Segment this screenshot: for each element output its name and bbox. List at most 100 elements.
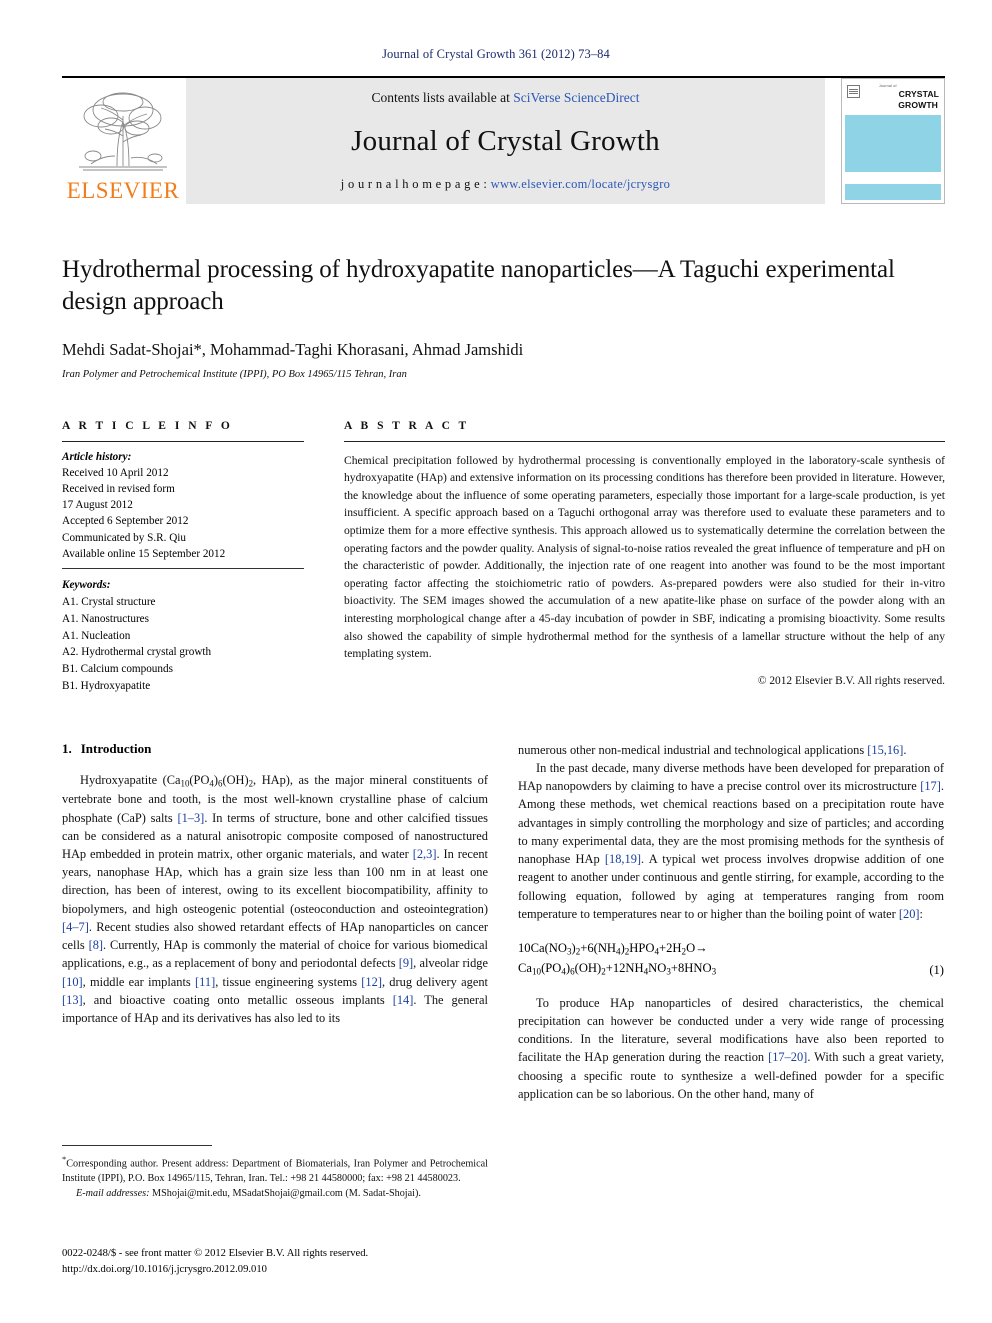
paragraph-intro-3: To produce HAp nanoparticles of desired … [518,994,944,1103]
keyword-item: A1. Crystal structure [62,595,156,608]
citation-link[interactable]: [14] [393,993,414,1007]
author-list: Mehdi Sadat-Shojai*, Mohammad-Taghi Khor… [62,339,524,359]
history-item: Accepted 6 September 2012 [62,515,189,528]
keyword-item: B1. Calcium compounds [62,663,173,676]
article-history: Article history: Received 10 April 2012 … [62,442,304,569]
page-title: Hydrothermal processing of hydroxyapatit… [62,256,895,315]
equation-1: 10Ca(NO3)2+6(NH4)2HPO4+2H2O→ Ca10(PO4)6(… [518,939,944,980]
article-info-column: A R T I C L E I N F O Article history: R… [62,420,304,695]
abstract-body: Chemical precipitation followed by hydro… [344,442,945,691]
abstract-text: Chemical precipitation followed by hydro… [344,453,945,661]
keyword-item: A1. Nanostructures [62,612,149,625]
text-run: Hydroxyapatite (Ca [80,772,181,787]
cover-white-band [845,172,941,185]
citation-link[interactable]: [13] [62,993,83,1007]
citation-link[interactable]: [17–20] [768,1050,807,1064]
affiliation: Iran Polymer and Petrochemical Institute… [62,368,407,380]
footnote-divider [62,1145,212,1146]
keyword-item: A1. Nucleation [62,629,131,642]
email-addresses[interactable]: MShojai@mit.edu, MSadatShojai@gmail.com … [152,1188,421,1199]
elsevier-logo: ELSEVIER [62,78,184,204]
cover-image-block-secondary [845,184,941,200]
history-item: Received 10 April 2012 [62,466,169,479]
history-item: 17 August 2012 [62,499,133,512]
text-run: , and bioactive coating onto metallic os… [82,992,393,1007]
section-number: 1. [62,740,72,756]
homepage-url-link[interactable]: www.elsevier.com/locate/jcrysgro [491,177,671,191]
citation-link[interactable]: [20] [899,907,920,921]
body-column-right: numerous other non-medical industrial an… [518,741,944,1103]
journal-masthead: ELSEVIER Contents lists available at Sci… [62,76,945,204]
keyword-item: A2. Hydrothermal crystal growth [62,646,212,659]
footnote-area: *Corresponding author. Present address: … [62,1145,488,1202]
cover-title-line2: GROWTH [898,100,938,111]
text-run: , tissue engineering systems [215,974,362,989]
equation-line-2: Ca10(PO4)6(OH)2+12NH4NO3+8HNO3 [518,961,717,977]
contents-available-line: Contents lists available at SciVerse Sci… [371,90,639,106]
history-item: Received in revised form [62,482,175,495]
paragraph-intro-1: Hydroxyapatite (Ca10(PO4)6(OH)2, HAp), a… [62,771,488,1028]
title-block: Hydrothermal processing of hydroxyapatit… [62,254,945,380]
elsevier-tree-icon [79,92,167,171]
text-run: (PO [189,772,210,787]
citation-link[interactable]: [12] [361,975,382,989]
text-run: . [903,742,907,757]
info-abstract-section: A R T I C L E I N F O Article history: R… [62,420,945,695]
journal-title: Journal of Crystal Growth [351,125,660,157]
text-run: In the past decade, many diverse methods… [518,760,944,794]
homepage-label: j o u r n a l h o m e p a g e : [340,177,491,191]
citation-link[interactable]: [9] [399,956,413,970]
citation-link[interactable]: [15,16] [867,743,903,757]
cover-image-block-primary [845,115,941,173]
email-label: E-mail addresses: [76,1188,150,1200]
history-item: Available online 15 September 2012 [62,547,226,560]
citation-link[interactable]: [18,19] [605,852,641,866]
history-item: Communicated by S.R. Qiu [62,531,186,544]
text-run: , drug delivery agent [381,974,488,989]
cover-title-line1: CRYSTAL [898,89,939,99]
journal-homepage-line: j o u r n a l h o m e p a g e : www.else… [341,177,670,192]
journal-band: Contents lists available at SciVerse Sci… [186,78,825,204]
citation-link[interactable]: [1–3] [177,811,204,825]
cover-title-wrap: Journal ofCRYSTAL GROWTH [863,84,939,111]
equation-line-1: 10Ca(NO3)2+6(NH4)2HPO4+2H2O→ [518,941,708,957]
issn-line: 0022-0248/$ - see front matter © 2012 El… [62,1248,369,1259]
contents-prefix: Contents lists available at [371,90,514,105]
citation-link[interactable]: [17] [920,779,941,793]
text-run: (OH) [222,772,249,787]
citation-link[interactable]: [2,3] [413,847,437,861]
citation-link[interactable]: [4–7] [62,920,89,934]
paper-page: Journal of Crystal Growth 361 (2012) 73–… [0,0,992,1323]
running-head: Journal of Crystal Growth 361 (2012) 73–… [382,47,610,61]
section-heading-introduction: 1. Introduction [62,741,488,757]
doi-line[interactable]: http://dx.doi.org/10.1016/j.jcrysgro.201… [62,1262,562,1278]
text-run: numerous other non-medical industrial an… [518,742,868,757]
elsevier-wordmark: ELSEVIER [66,178,180,203]
cover-mini-logo-icon [847,85,860,98]
keyword-item: B1. Hydroxyapatite [62,679,151,692]
paragraph-intro-2: In the past decade, many diverse methods… [518,759,944,923]
keywords-list: Keywords: A1. Crystal structure A1. Nano… [62,569,304,695]
article-info-heading: A R T I C L E I N F O [62,419,233,432]
article-history-label: Article history: [62,450,132,463]
imprint-block: 0022-0248/$ - see front matter © 2012 El… [62,1246,562,1278]
body-column-left: 1. Introduction Hydroxyapatite (Ca10(PO4)… [62,741,488,1103]
article-body: 1. Introduction Hydroxyapatite (Ca10(PO4)… [62,741,945,1103]
paragraph-intro-continuation: numerous other non-medical industrial an… [518,741,944,759]
text-run: : [919,906,923,921]
citation-link[interactable]: [10] [62,975,83,989]
section-label: Introduction [80,740,152,756]
text-run: , alveolar ridge [413,956,488,971]
citation-link[interactable]: [8] [89,938,103,952]
keywords-label: Keywords: [62,579,111,592]
citation-link[interactable]: [11] [195,975,215,989]
journal-cover-thumbnail: Journal ofCRYSTAL GROWTH [841,78,945,204]
corresponding-author-footnote: *Corresponding author. Present address: … [62,1153,488,1202]
cover-subtitle: Journal of [878,84,897,88]
abstract-copyright: © 2012 Elsevier B.V. All rights reserved… [757,674,945,687]
sciencedirect-link[interactable]: SciVerse ScienceDirect [513,90,639,105]
cover-header: Journal ofCRYSTAL GROWTH [845,82,941,114]
text-run: , middle ear implants [82,974,196,989]
abstract-heading: A B S T R A C T [344,419,470,432]
abstract-column: A B S T R A C T Chemical precipitation f… [344,420,945,695]
